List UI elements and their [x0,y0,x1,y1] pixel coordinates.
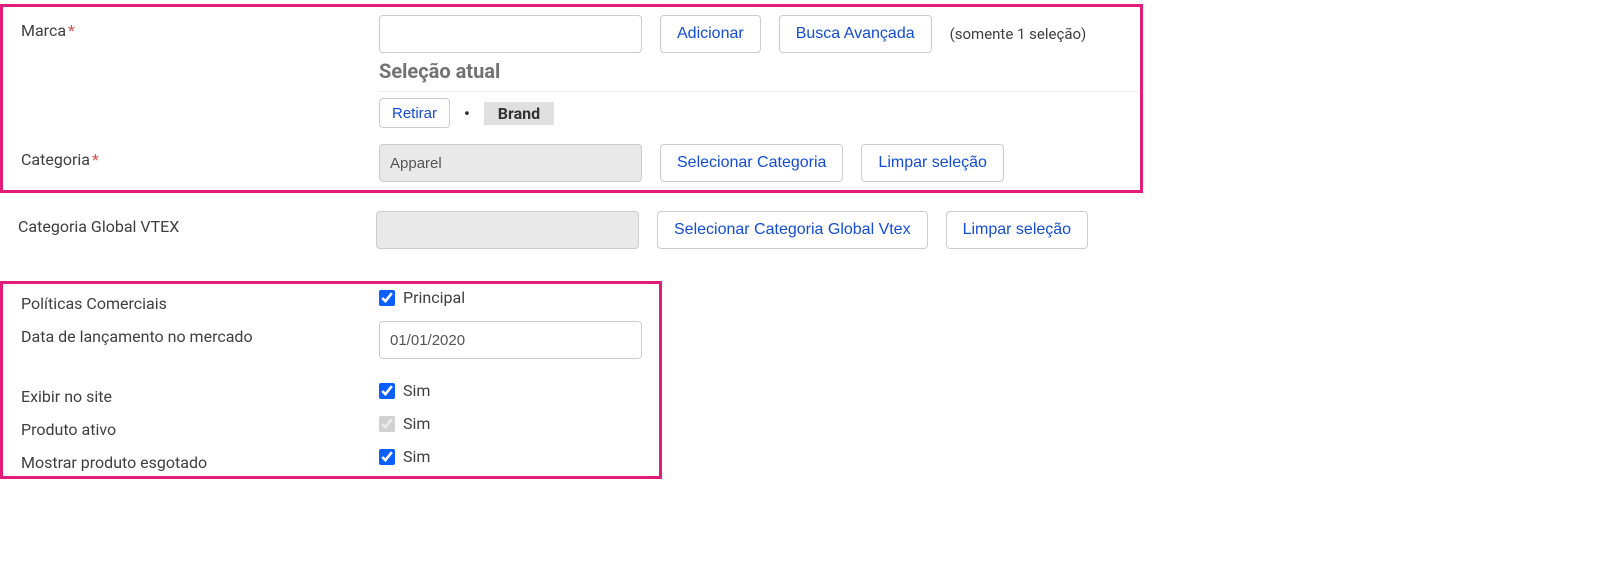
product-active-label: Produto ativo [21,414,379,439]
clear-category-button[interactable]: Limpar seleção [861,144,1004,182]
product-active-checkbox [379,416,395,432]
show-on-site-checkbox[interactable] [379,383,395,399]
category-input [379,144,642,182]
select-global-category-button[interactable]: Selecionar Categoria Global Vtex [657,211,928,249]
launch-date-row: Data de lançamento no mercado [3,317,659,363]
category-label: Categoria* [21,144,379,169]
current-selection-header: Seleção atual [379,53,1139,83]
highlight-settings-box: Políticas Comerciais Principal Data de l… [0,281,662,479]
product-active-option: Sim [403,414,430,433]
global-category-label: Categoria Global VTEX [18,211,376,236]
product-active-row: Produto ativo Sim [3,410,659,443]
bullet-separator: • [460,104,474,123]
clear-global-category-button[interactable]: Limpar seleção [946,211,1089,249]
trade-policy-principal-checkbox[interactable] [379,290,395,306]
brand-label: Marca* [21,15,379,40]
global-category-input [376,211,639,249]
trade-policies-row: Políticas Comerciais Principal [3,284,659,317]
brand-hint: (somente 1 seleção) [950,25,1087,43]
brand-row: Marca* Adicionar Busca Avançada (somente… [3,7,1140,136]
brand-chip: Brand [484,102,554,125]
category-row: Categoria* Selecionar Categoria Limpar s… [3,136,1140,190]
brand-input[interactable] [379,15,642,53]
show-out-of-stock-row: Mostrar produto esgotado Sim [3,443,659,476]
show-on-site-label: Exibir no site [21,381,379,406]
show-on-site-option: Sim [403,381,430,400]
trade-policy-principal-label: Principal [403,288,465,307]
brand-add-button[interactable]: Adicionar [660,15,761,53]
show-out-of-stock-label: Mostrar produto esgotado [21,447,379,472]
launch-date-label: Data de lançamento no mercado [21,321,379,346]
brand-advanced-search-button[interactable]: Busca Avançada [779,15,932,53]
select-category-button[interactable]: Selecionar Categoria [660,144,843,182]
global-category-row: Categoria Global VTEX Selecionar Categor… [0,193,1599,257]
trade-policies-label: Políticas Comerciais [21,288,379,313]
brand-selection-row: Retirar • Brand [379,91,1139,128]
highlight-brand-category-box: Marca* Adicionar Busca Avançada (somente… [0,4,1143,193]
show-out-of-stock-option: Sim [403,447,430,466]
show-on-site-row: Exibir no site Sim [3,363,659,410]
launch-date-input[interactable] [379,321,642,359]
show-out-of-stock-checkbox[interactable] [379,449,395,465]
brand-remove-button[interactable]: Retirar [379,98,450,128]
